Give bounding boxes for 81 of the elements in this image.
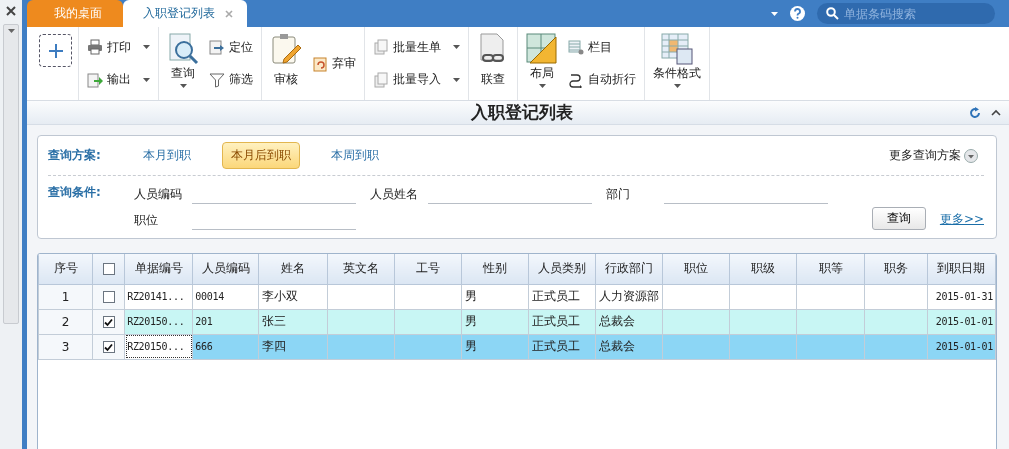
add-button[interactable]: [39, 34, 72, 67]
clipboard-pencil-icon: [270, 33, 302, 65]
toolbar-button[interactable]: 自动折行: [566, 69, 638, 91]
table-cell: 2: [38, 309, 93, 334]
export-icon: [87, 71, 103, 88]
row-checkbox[interactable]: [102, 291, 115, 303]
field-label: 人员姓名: [370, 186, 419, 203]
toolbar-button[interactable]: 输出: [85, 69, 152, 91]
column-header[interactable]: 职等: [796, 254, 865, 284]
query-button[interactable]: 查询: [871, 207, 926, 230]
column-header[interactable]: 单据编号: [124, 254, 193, 284]
column-header[interactable]: 职位: [662, 254, 730, 284]
select-all-checkbox[interactable]: [102, 263, 115, 276]
layout-ruler-icon: [526, 33, 558, 65]
toolbar-button[interactable]: 弃审: [310, 53, 358, 74]
page-title: 入职登记列表: [470, 101, 574, 124]
row-checkbox[interactable]: [102, 341, 115, 353]
toolbar-button[interactable]: 布局: [524, 31, 560, 96]
checkmark-icon: [104, 342, 114, 352]
more-link[interactable]: 更多>>: [939, 211, 984, 228]
scheme-option[interactable]: 本月到职: [134, 142, 200, 169]
row-checkbox[interactable]: [102, 316, 115, 328]
tab[interactable]: 入职登记列表: [123, 0, 247, 27]
toolbar-button[interactable]: 查询: [165, 31, 201, 96]
toolbar-button[interactable]: 条件格式: [651, 31, 703, 96]
column-header[interactable]: 行政部门: [595, 254, 663, 284]
table-cell: 1: [38, 284, 93, 309]
column-header[interactable]: 姓名: [258, 254, 328, 284]
column-header[interactable]: 人员编码: [192, 254, 259, 284]
column-header[interactable]: 工号: [394, 254, 462, 284]
close-icon[interactable]: [6, 6, 16, 16]
locate-icon: [209, 39, 225, 56]
toolbar-button[interactable]: 栏目: [566, 36, 638, 58]
checkmark-icon: [104, 317, 114, 327]
toolbar-button[interactable]: 批量导入: [371, 69, 462, 91]
search-icon: [826, 7, 839, 20]
collapse-icon[interactable]: [991, 108, 1001, 117]
toolbar-button[interactable]: 筛选: [207, 69, 255, 91]
toolbar-button[interactable]: 审核: [268, 31, 304, 96]
table-row[interactable]: 1 RZ20141... 00014 李小双 男 正式员工 人力资源部 2015-01-31: [38, 284, 996, 309]
scheme-option[interactable]: 本周到职: [322, 142, 388, 169]
table-row[interactable]: 2 RZ20150... 201 张三 男 正式员工 总裁会 2015-01-01: [38, 309, 996, 334]
toolbar-button[interactable]: 批量生单: [371, 36, 462, 58]
column-header[interactable]: 序号: [38, 254, 93, 284]
documents-icon: [373, 71, 389, 88]
tab-label: 我的桌面: [54, 5, 102, 22]
caret-icon: [7, 29, 15, 33]
column-header[interactable]: 到职日期: [927, 254, 996, 284]
magnifier-document-icon: [167, 33, 199, 65]
clipboard-undo-icon: [312, 55, 328, 72]
columns-icon: [568, 39, 584, 56]
plus-icon: [48, 43, 63, 58]
condition-label: 查询条件:: [48, 184, 102, 201]
toolbar-button[interactable]: 打印: [85, 36, 152, 58]
toolbar-button[interactable]: 定位: [207, 36, 255, 58]
field-label: 部门: [606, 186, 631, 203]
field-label: 职位: [134, 212, 159, 229]
column-header[interactable]: 人员类别: [528, 254, 596, 284]
column-header[interactable]: 职级: [729, 254, 797, 284]
table-cell: 3: [38, 334, 93, 359]
caret-icon: [771, 11, 778, 16]
printer-icon: [87, 39, 103, 56]
tab-label: 入职登记列表: [143, 5, 215, 22]
refresh-icon[interactable]: [969, 106, 981, 119]
scheme-label: 查询方案:: [48, 147, 102, 164]
scrollbar[interactable]: [3, 24, 19, 324]
help-icon[interactable]: [790, 6, 805, 21]
toolbar-button[interactable]: 联查: [475, 31, 511, 96]
scheme-option[interactable]: 本月后到职: [222, 142, 300, 169]
column-header[interactable]: 职务: [864, 254, 928, 284]
more-schemes-button[interactable]: 更多查询方案: [883, 146, 984, 165]
wrap-icon: [568, 71, 584, 88]
column-header[interactable]: 英文名: [327, 254, 395, 284]
filter-icon: [209, 71, 225, 88]
field-label: 人员编码: [134, 186, 183, 203]
documents-icon: [373, 39, 389, 56]
chevron-down-icon: [964, 148, 978, 163]
search-field[interactable]: 单据条码搜索: [817, 3, 995, 24]
table-row[interactable]: 3 RZ20150... 666 李四 男 正式员工 总裁会 2015-01-01: [38, 334, 996, 359]
column-header[interactable]: 性别: [461, 254, 529, 284]
table-format-icon: [661, 33, 693, 65]
